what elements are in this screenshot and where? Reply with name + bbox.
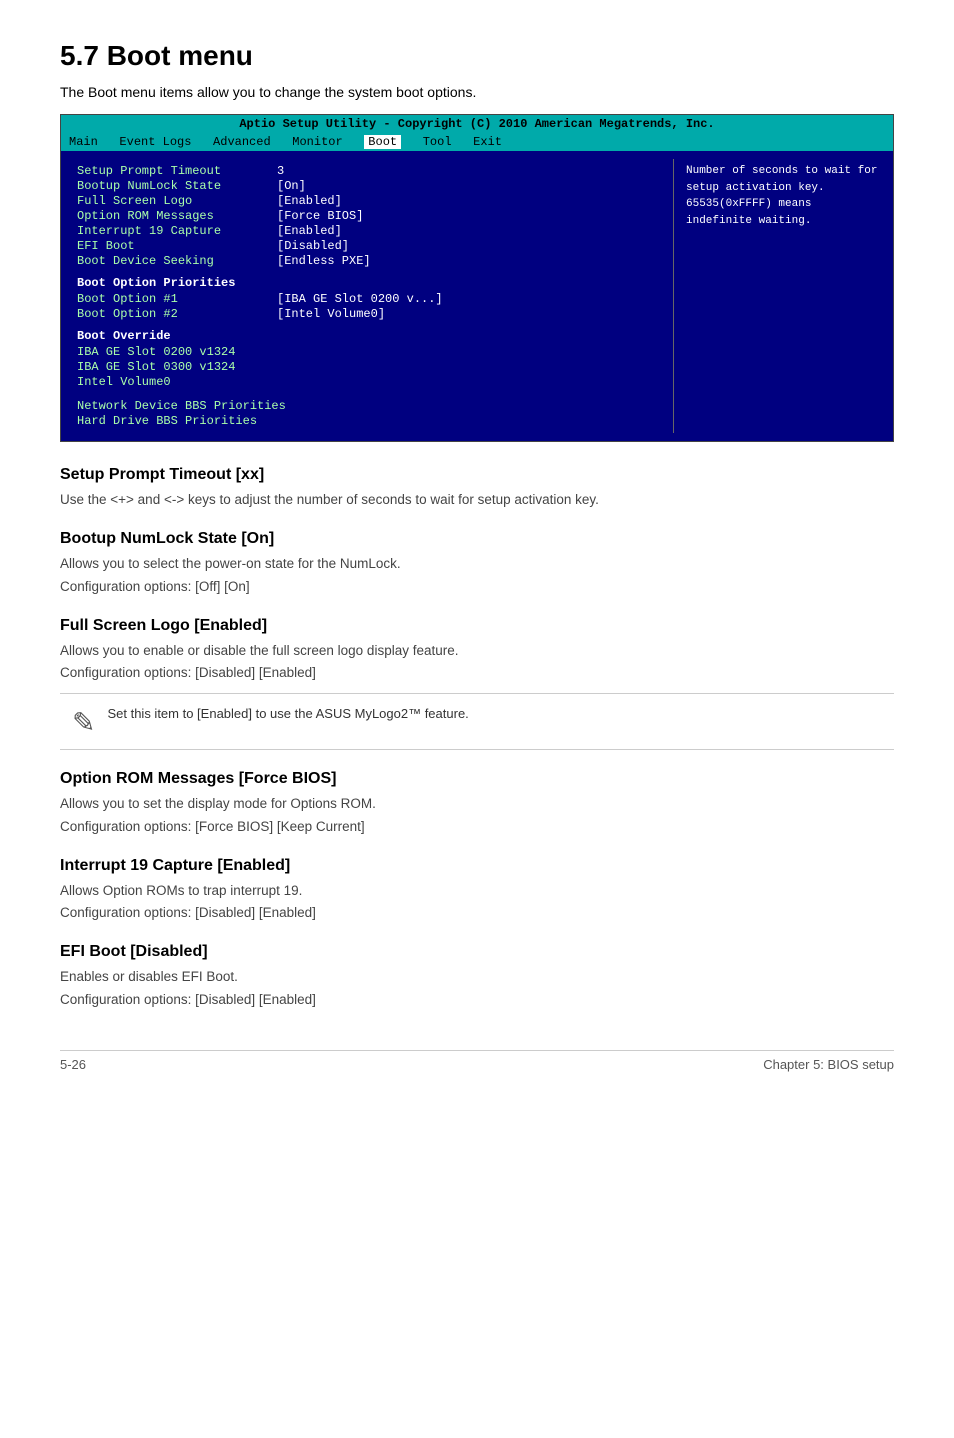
section-interrupt-19-capture: Interrupt 19 Capture [Enabled] Allows Op…	[60, 857, 894, 924]
bios-label-boot-device: Boot Device Seeking	[77, 254, 277, 268]
bios-label-setup-prompt: Setup Prompt Timeout	[77, 164, 277, 178]
bios-label-numlock: Bootup NumLock State	[77, 179, 277, 193]
bios-row-full-screen-logo: Full Screen Logo [Enabled]	[77, 194, 657, 208]
bios-override-iba0200: IBA GE Slot 0200 v1324	[77, 345, 657, 359]
bios-value-option-rom: [Force BIOS]	[277, 209, 363, 223]
section-para-fsl-2: Configuration options: [Disabled] [Enabl…	[60, 663, 894, 683]
page-footer: 5-26 Chapter 5: BIOS setup	[60, 1050, 894, 1072]
bios-value-boot-opt1: [IBA GE Slot 0200 v...]	[277, 292, 443, 306]
bios-value-interrupt: [Enabled]	[277, 224, 342, 238]
menu-boot[interactable]: Boot	[364, 135, 401, 149]
bios-value-full-screen-logo: [Enabled]	[277, 194, 342, 208]
section-para-efi-1: Enables or disables EFI Boot.	[60, 967, 894, 987]
note-box-mylogo: ✎ Set this item to [Enabled] to use the …	[60, 693, 894, 750]
bios-priorities-header: Boot Option Priorities	[77, 276, 657, 290]
bios-help-panel: Number of seconds to wait for setup acti…	[673, 159, 893, 433]
bios-value-boot-device: [Endless PXE]	[277, 254, 371, 268]
menu-event-logs[interactable]: Event Logs	[119, 135, 191, 149]
section-heading-efi: EFI Boot [Disabled]	[60, 943, 894, 961]
section-para-int-1: Allows Option ROMs to trap interrupt 19.	[60, 881, 894, 901]
bios-label-interrupt: Interrupt 19 Capture	[77, 224, 277, 238]
bios-value-setup-prompt: 3	[277, 164, 284, 178]
bios-value-numlock: [On]	[277, 179, 306, 193]
section-full-screen-logo: Full Screen Logo [Enabled] Allows you to…	[60, 617, 894, 751]
section-heading-full-screen-logo: Full Screen Logo [Enabled]	[60, 617, 894, 635]
footer-chapter: Chapter 5: BIOS setup	[763, 1057, 894, 1072]
bios-override-iba0300: IBA GE Slot 0300 v1324	[77, 360, 657, 374]
section-para-orm-1: Allows you to set the display mode for O…	[60, 794, 894, 814]
section-para-fsl-1: Allows you to enable or disable the full…	[60, 641, 894, 661]
menu-exit[interactable]: Exit	[473, 135, 502, 149]
bios-menu-bar: Main Event Logs Advanced Monitor Boot To…	[61, 133, 893, 151]
section-para-int-2: Configuration options: [Disabled] [Enabl…	[60, 903, 894, 923]
footer-page-number: 5-26	[60, 1057, 86, 1072]
section-option-rom-messages: Option ROM Messages [Force BIOS] Allows …	[60, 770, 894, 837]
bios-row-boot-device: Boot Device Seeking [Endless PXE]	[77, 254, 657, 268]
section-bootup-numlock: Bootup NumLock State [On] Allows you to …	[60, 530, 894, 597]
section-efi-boot: EFI Boot [Disabled] Enables or disables …	[60, 943, 894, 1010]
menu-monitor[interactable]: Monitor	[292, 135, 342, 149]
section-para-setup-prompt: Use the <+> and <-> keys to adjust the n…	[60, 490, 894, 510]
bios-row-option-rom: Option ROM Messages [Force BIOS]	[77, 209, 657, 223]
bios-value-boot-opt2: [Intel Volume0]	[277, 307, 385, 321]
bios-title-bar: Aptio Setup Utility - Copyright (C) 2010…	[61, 115, 893, 133]
bios-row-boot-opt1: Boot Option #1 [IBA GE Slot 0200 v...]	[77, 292, 657, 306]
bios-screen: Aptio Setup Utility - Copyright (C) 2010…	[60, 114, 894, 442]
bios-label-efi: EFI Boot	[77, 239, 277, 253]
intro-paragraph: The Boot menu items allow you to change …	[60, 84, 894, 100]
section-para-numlock-1: Allows you to select the power-on state …	[60, 554, 894, 574]
section-heading-numlock: Bootup NumLock State [On]	[60, 530, 894, 548]
note-text-mylogo: Set this item to [Enabled] to use the AS…	[107, 704, 468, 724]
section-setup-prompt-timeout: Setup Prompt Timeout [xx] Use the <+> an…	[60, 466, 894, 510]
page-title: 5.7 Boot menu	[60, 40, 894, 72]
bios-override-intel: Intel Volume0	[77, 375, 657, 389]
bios-help-text: Number of seconds to wait for setup acti…	[686, 165, 877, 227]
bios-row-interrupt: Interrupt 19 Capture [Enabled]	[77, 224, 657, 238]
bios-network-device-bbs: Network Device BBS Priorities	[77, 399, 657, 413]
bios-body: Setup Prompt Timeout 3 Bootup NumLock St…	[61, 151, 893, 441]
section-heading-setup-prompt: Setup Prompt Timeout [xx]	[60, 466, 894, 484]
bios-label-boot-opt2: Boot Option #2	[77, 307, 277, 321]
note-pencil-icon: ✎	[72, 706, 95, 739]
bios-label-option-rom: Option ROM Messages	[77, 209, 277, 223]
bios-label-full-screen-logo: Full Screen Logo	[77, 194, 277, 208]
bios-row-setup-prompt: Setup Prompt Timeout 3	[77, 164, 657, 178]
bios-override-header: Boot Override	[77, 329, 657, 343]
bios-row-numlock: Bootup NumLock State [On]	[77, 179, 657, 193]
menu-main[interactable]: Main	[69, 135, 98, 149]
section-heading-option-rom: Option ROM Messages [Force BIOS]	[60, 770, 894, 788]
bios-row-boot-opt2: Boot Option #2 [Intel Volume0]	[77, 307, 657, 321]
menu-advanced[interactable]: Advanced	[213, 135, 271, 149]
section-para-efi-2: Configuration options: [Disabled] [Enabl…	[60, 990, 894, 1010]
bios-row-efi: EFI Boot [Disabled]	[77, 239, 657, 253]
bios-label-boot-opt1: Boot Option #1	[77, 292, 277, 306]
bios-value-efi: [Disabled]	[277, 239, 349, 253]
bios-main-panel: Setup Prompt Timeout 3 Bootup NumLock St…	[61, 159, 673, 433]
menu-tool[interactable]: Tool	[423, 135, 452, 149]
bios-hard-drive-bbs: Hard Drive BBS Priorities	[77, 414, 657, 428]
section-heading-interrupt: Interrupt 19 Capture [Enabled]	[60, 857, 894, 875]
section-para-numlock-2: Configuration options: [Off] [On]	[60, 577, 894, 597]
section-para-orm-2: Configuration options: [Force BIOS] [Kee…	[60, 817, 894, 837]
